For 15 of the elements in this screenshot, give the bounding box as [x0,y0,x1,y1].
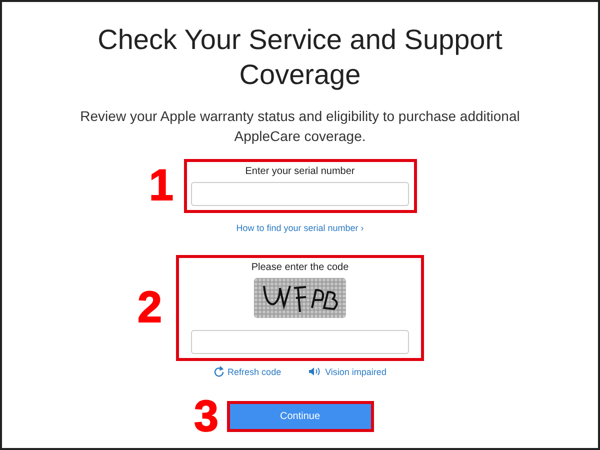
captcha-field[interactable] [191,330,409,354]
step-number: 2 [138,286,162,330]
serial-number-field[interactable] [191,182,409,206]
field-label: Enter your serial number [245,165,355,178]
vision-impaired-link[interactable]: Vision impaired [309,366,386,377]
continue-button[interactable]: Continue [230,404,370,429]
refresh-code-link[interactable]: Refresh code [214,366,282,377]
step-number: 1 [149,164,174,208]
page-title: Check Your Service and Support Coverage [96,23,504,92]
help-link[interactable]: How to find your serial number › [236,223,364,233]
field-label: Please enter the code [251,261,349,274]
page-description: Review your Apple warranty status and eligibility to purchase additional AppleCare coverage. [80,107,520,146]
refresh-icon [214,366,224,377]
step-number: 3 [194,394,218,438]
speaker-icon [309,367,322,376]
